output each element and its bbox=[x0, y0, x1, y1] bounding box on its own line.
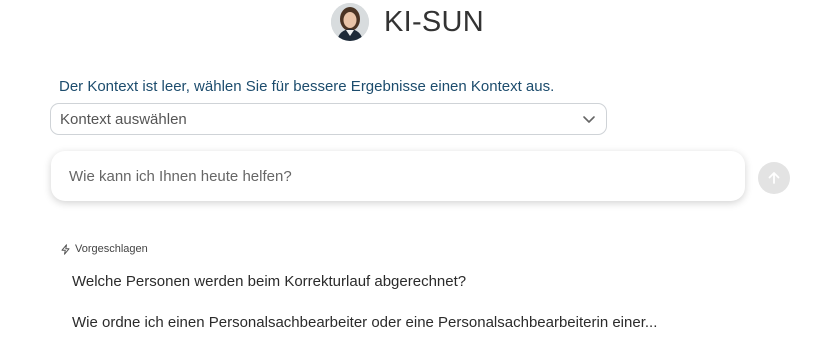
lightning-icon bbox=[61, 243, 70, 255]
suggestions-heading: Vorgeschlagen bbox=[60, 243, 148, 255]
app-header: KI-SUN bbox=[0, 0, 815, 44]
context-select-value: Kontext auswählen bbox=[60, 110, 187, 128]
chevron-down-icon bbox=[583, 116, 595, 123]
context-select[interactable]: Kontext auswählen bbox=[50, 103, 607, 135]
person-avatar-icon bbox=[330, 3, 369, 41]
arrow-up-icon bbox=[768, 172, 780, 184]
send-button[interactable] bbox=[758, 162, 790, 194]
app-title: KI-SUN bbox=[383, 5, 485, 38]
suggestions-heading-label: Vorgeschlagen bbox=[75, 243, 148, 255]
suggestion-item[interactable]: Wie ordne ich einen Personalsachbearbeit… bbox=[72, 314, 657, 331]
context-hint: Der Kontext ist leer, wählen Sie für bes… bbox=[59, 78, 555, 95]
prompt-input[interactable]: Wie kann ich Ihnen heute helfen? bbox=[51, 151, 745, 201]
suggestion-item[interactable]: Welche Personen werden beim Korrekturlau… bbox=[72, 273, 466, 290]
prompt-placeholder: Wie kann ich Ihnen heute helfen? bbox=[69, 167, 292, 185]
